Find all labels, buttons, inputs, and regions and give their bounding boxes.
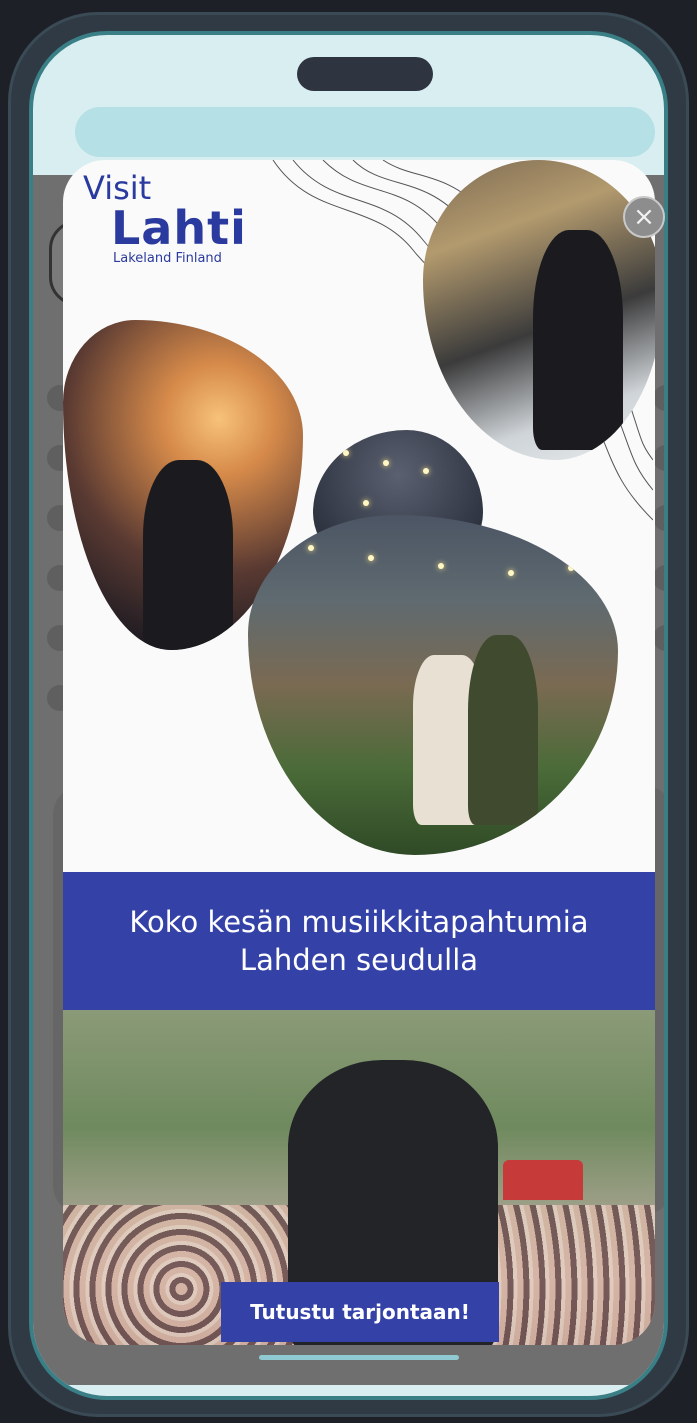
dancing-couple-photo xyxy=(248,515,618,855)
background-dot xyxy=(653,445,664,471)
light-bulb xyxy=(363,500,369,506)
logo-lahti-text: Lahti xyxy=(111,201,247,255)
address-bar[interactable] xyxy=(75,107,655,157)
background-dot xyxy=(653,505,664,531)
light-bulb xyxy=(508,570,514,576)
drummer-figure xyxy=(143,460,233,650)
background-dot xyxy=(653,625,664,651)
light-bulb xyxy=(438,563,444,569)
harpist-figure xyxy=(533,230,623,450)
close-icon[interactable]: × xyxy=(623,196,665,238)
ad-modal: Visit Lahti Lakeland Finland Koko kesän … xyxy=(63,160,655,1345)
headline-line-2: Lahden seudulla xyxy=(239,943,479,977)
headline-banner: Koko kesän musiikkitapahtumia Lahden seu… xyxy=(63,872,655,1010)
light-bulb xyxy=(568,565,574,571)
home-indicator[interactable] xyxy=(259,1355,459,1360)
light-bulb xyxy=(383,460,389,466)
background-dot xyxy=(653,385,664,411)
headline-line-1: Koko kesän musiikkitapahtumia xyxy=(129,905,589,939)
light-bulb xyxy=(423,468,429,474)
light-bulb xyxy=(368,555,374,561)
light-bulb xyxy=(308,545,314,551)
background-dot xyxy=(653,565,664,591)
visit-lahti-logo: Visit Lahti Lakeland Finland xyxy=(83,170,247,268)
explore-offerings-button[interactable]: Tutustu tarjontaan! xyxy=(221,1282,499,1342)
red-tent xyxy=(503,1160,583,1200)
light-bulb xyxy=(343,450,349,456)
camera-notch xyxy=(297,57,433,91)
dancer-partner xyxy=(468,635,538,825)
